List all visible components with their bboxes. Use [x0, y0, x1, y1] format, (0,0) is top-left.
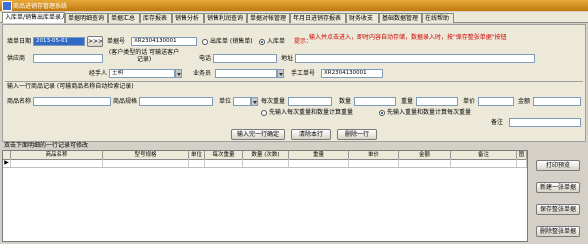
radio-outbound[interactable] — [202, 39, 208, 45]
tab-reconcile[interactable]: 单据对帐管理 — [247, 13, 290, 23]
tab-period-report[interactable]: 年月日进销存报表 — [290, 13, 346, 23]
delete-document-button[interactable]: 删除整张单据 — [536, 226, 580, 237]
col-header-extra[interactable]: 图 — [517, 151, 527, 159]
per-weight-label: 每次重量 — [261, 98, 286, 105]
cell-qty[interactable] — [243, 159, 289, 167]
qty-label: 数量 — [339, 98, 352, 105]
cell-amount[interactable] — [399, 159, 451, 167]
supplier-note: (客户类型的话 可输送客户记录) — [108, 49, 180, 63]
detail-grid[interactable]: 商品名称 型号规格 单位 每次重量 数量 (次数) 重量 单价 金额 备注 图 … — [2, 150, 528, 242]
handler-input[interactable]: 王明 — [109, 69, 175, 78]
item-spec-label: 商品规格 — [113, 98, 138, 105]
supplier-label: 供应商 — [7, 55, 26, 62]
radio-outbound-label: 出库单 (销售单) — [210, 38, 253, 45]
col-header-per-weight[interactable]: 每次重量 — [205, 151, 243, 159]
col-header-remark[interactable]: 备注 — [451, 151, 517, 159]
remark-input[interactable] — [509, 118, 581, 127]
manual-no-label: 手工单号 — [291, 70, 316, 77]
grid-caption: 双击下面明细的一行记录可修改 — [2, 142, 586, 150]
new-document-button[interactable]: 新建一张单据 — [536, 182, 580, 193]
cell-remark[interactable] — [451, 159, 517, 167]
tab-base-data[interactable]: 基础数据管理 — [379, 13, 422, 23]
window-titlebar: 商品进销存管理系统 — [0, 0, 588, 11]
date-picker-button[interactable]: >>> — [87, 36, 103, 47]
tab-help[interactable]: 在线帮助 — [422, 13, 454, 23]
radio-inbound[interactable] — [259, 39, 265, 45]
confirm-row-button[interactable]: 输入完一行确定 — [231, 129, 285, 140]
price-label: 单价 — [463, 98, 476, 105]
table-row[interactable]: ▶ — [3, 159, 527, 168]
save-document-button[interactable]: 保存整张单据 — [536, 204, 580, 215]
col-header-amount[interactable]: 金额 — [399, 151, 451, 159]
cell-name[interactable] — [11, 159, 103, 167]
manual-no-input[interactable]: XR2304130001 — [321, 69, 383, 78]
tab-summary[interactable]: 单据汇总 — [108, 13, 140, 23]
grid-header-corner — [3, 151, 11, 159]
unit-input[interactable] — [233, 97, 251, 106]
cell-extra[interactable] — [517, 159, 527, 167]
handler-label: 经手人 — [89, 70, 108, 77]
qty-input[interactable] — [354, 97, 396, 106]
cell-unit[interactable] — [189, 159, 205, 167]
weight-input[interactable] — [416, 97, 458, 106]
col-header-unit[interactable]: 单位 — [189, 151, 205, 159]
address-input[interactable] — [295, 54, 535, 63]
amount-label: 金额 — [518, 98, 531, 105]
col-header-weight[interactable]: 重量 — [289, 151, 349, 159]
price-input[interactable] — [478, 97, 514, 106]
per-weight-input[interactable] — [288, 97, 332, 106]
radio-calc-per-weight-label: 先输入重量和数量计算每次重量 — [387, 109, 472, 116]
supplier-input[interactable] — [33, 54, 103, 63]
col-header-price[interactable]: 单价 — [349, 151, 399, 159]
col-header-name[interactable]: 商品名称 — [11, 151, 103, 159]
docno-label: 单据号 — [107, 38, 126, 45]
item-name-label: 商品名称 — [7, 98, 32, 105]
window-title: 商品进销存管理系统 — [13, 3, 68, 10]
salesman-input[interactable] — [215, 69, 277, 78]
item-spec-input[interactable] — [139, 97, 213, 106]
hint-text: 输入并点击进入，即时内容自动存储，数据录入时，按"保存整张单据"按钮 — [309, 34, 507, 41]
tab-detail-query[interactable]: 单据明细查询 — [65, 13, 108, 23]
unit-label: 单位 — [219, 98, 232, 105]
tab-strip: 入库单/销售出库单录入 单据明细查询 单据汇总 库存报表 销售分析 销售利润查询… — [0, 12, 588, 23]
radio-calc-weight-label: 先输入每次重量和数量计算重量 — [269, 109, 354, 116]
app-icon — [2, 1, 12, 11]
salesman-dropdown-icon[interactable] — [277, 69, 284, 78]
date-input[interactable]: 2013-05-01 — [33, 37, 85, 46]
tab-inventory-report[interactable]: 库存报表 — [140, 13, 172, 23]
salesman-label: 业务员 — [193, 70, 212, 77]
cell-spec[interactable] — [103, 159, 189, 167]
print-preview-button[interactable]: 打印预览 — [536, 160, 580, 171]
date-label: 填单日期 — [7, 38, 32, 45]
entry-panel: 填单日期 2013-05-01 >>> 单据号 XR2304130001 出库单… — [2, 24, 586, 142]
weight-label: 重量 — [401, 98, 414, 105]
section-divider — [5, 81, 583, 82]
radio-calc-per-weight[interactable] — [379, 110, 385, 116]
cell-weight[interactable] — [289, 159, 349, 167]
remark-label: 备注 — [491, 119, 504, 126]
entry-section-label: 输入一行商品记录 (可输商品名称自动检索记录) — [7, 83, 134, 90]
side-actions: 打印预览 新建一张单据 保存整张单据 删除整张单据 — [528, 150, 586, 242]
unit-dropdown-icon[interactable] — [251, 97, 258, 106]
cell-price[interactable] — [349, 159, 399, 167]
radio-calc-weight[interactable] — [261, 110, 267, 116]
tab-finance[interactable]: 财务收支 — [346, 13, 379, 23]
cell-per-weight[interactable] — [205, 159, 243, 167]
tab-sales-analysis[interactable]: 销售分析 — [172, 13, 204, 23]
address-label: 地址 — [281, 55, 294, 62]
item-name-input[interactable] — [33, 97, 111, 106]
col-header-spec[interactable]: 型号规格 — [103, 151, 189, 159]
tab-profit-query[interactable]: 销售利润查询 — [204, 13, 247, 23]
docno-input[interactable]: XR2304130001 — [131, 37, 197, 46]
phone-input[interactable] — [213, 54, 277, 63]
col-header-qty[interactable]: 数量 (次数) — [243, 151, 289, 159]
radio-inbound-label: 入库单 — [267, 38, 286, 45]
row-pointer-icon: ▶ — [3, 159, 11, 167]
delete-row-button[interactable]: 删除一行 — [337, 129, 377, 140]
phone-label: 电话 — [199, 55, 212, 62]
amount-input[interactable] — [533, 97, 581, 106]
tab-entry[interactable]: 入库单/销售出库单录入 — [2, 12, 65, 23]
clear-row-button[interactable]: 清除本行 — [291, 129, 331, 140]
handler-dropdown-icon[interactable] — [175, 69, 182, 78]
